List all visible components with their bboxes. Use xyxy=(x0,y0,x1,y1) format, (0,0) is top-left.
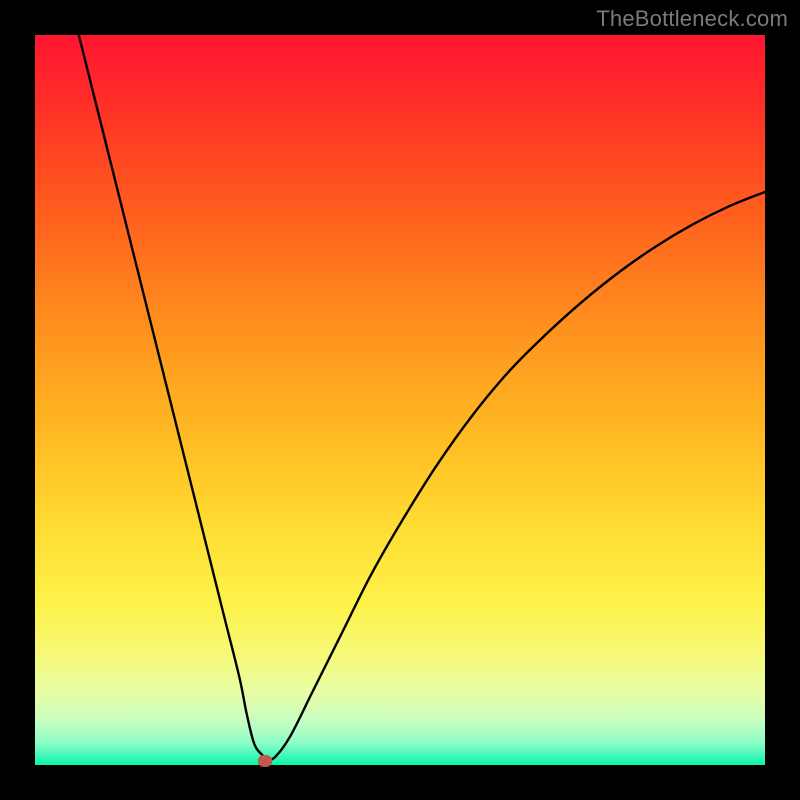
minimum-marker xyxy=(258,755,272,767)
watermark-text: TheBottleneck.com xyxy=(596,6,788,32)
chart-frame: TheBottleneck.com xyxy=(0,0,800,800)
plot-area xyxy=(35,35,765,765)
bottleneck-curve xyxy=(35,35,765,765)
